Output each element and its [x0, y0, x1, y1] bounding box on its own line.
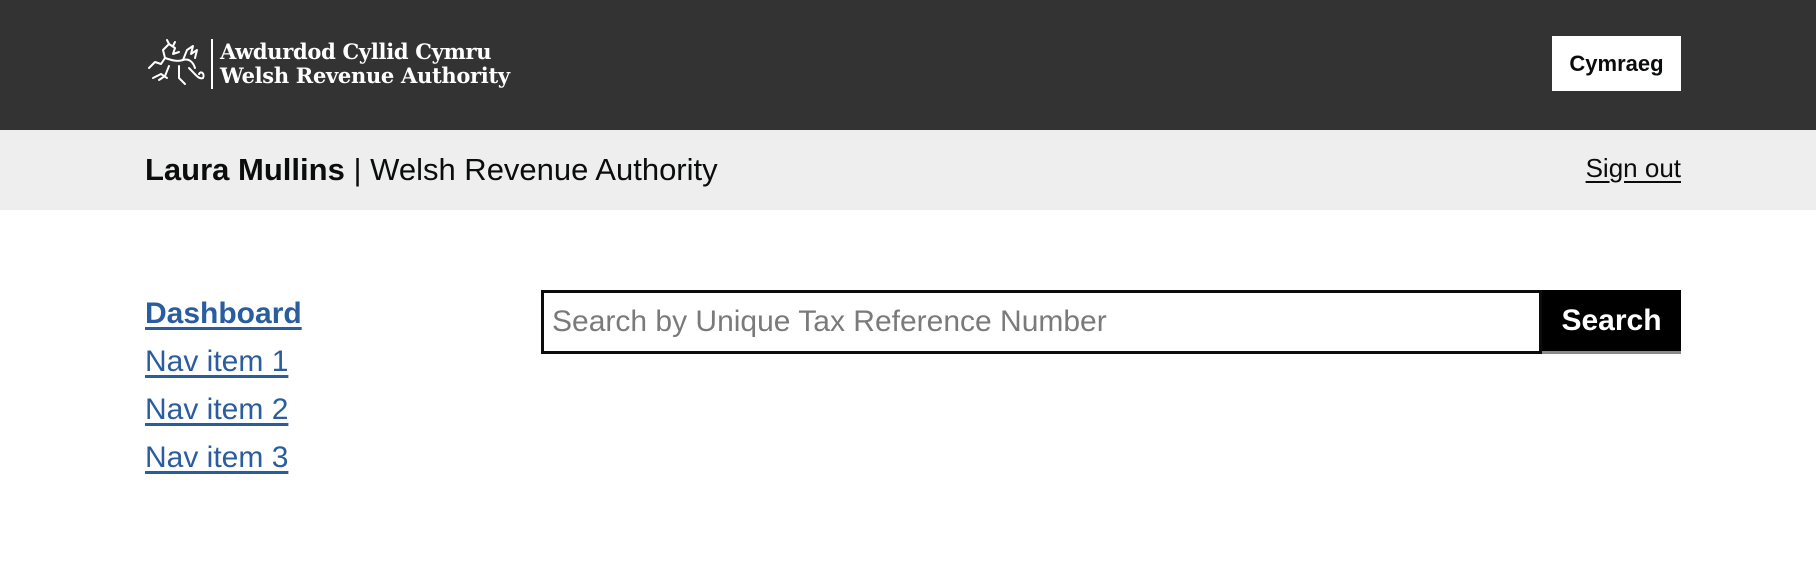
- language-toggle-button[interactable]: Cymraeg: [1552, 36, 1681, 91]
- logo-text-english: Welsh Revenue Authority: [220, 63, 510, 88]
- nav-item-1[interactable]: Nav item 1: [145, 338, 302, 386]
- nav-item-2[interactable]: Nav item 2: [145, 386, 302, 434]
- logo-text: Awdurdod Cyllid Cymru Welsh Revenue Auth…: [220, 40, 510, 88]
- logo-text-welsh: Awdurdod Cyllid Cymru: [220, 39, 492, 64]
- wra-logo[interactable]: Awdurdod Cyllid Cymru Welsh Revenue Auth…: [145, 38, 510, 90]
- logo-divider: [211, 39, 213, 89]
- account-separator: |: [353, 152, 362, 187]
- site-header: Awdurdod Cyllid Cymru Welsh Revenue Auth…: [0, 0, 1816, 130]
- account-bar: Laura Mullins | Welsh Revenue Authority …: [0, 130, 1816, 210]
- side-navigation: Dashboard Nav item 1 Nav item 2 Nav item…: [145, 290, 302, 482]
- search-button[interactable]: Search: [1542, 290, 1681, 354]
- welsh-dragon-icon: [148, 39, 205, 85]
- account-identity: Laura Mullins | Welsh Revenue Authority: [145, 151, 718, 189]
- nav-item-dashboard[interactable]: Dashboard: [145, 290, 302, 338]
- sign-out-link[interactable]: Sign out: [1586, 151, 1681, 185]
- user-name: Laura Mullins: [145, 152, 345, 187]
- organisation-name: Welsh Revenue Authority: [370, 152, 718, 187]
- utrn-search-input[interactable]: [541, 290, 1542, 354]
- nav-item-3[interactable]: Nav item 3: [145, 434, 302, 482]
- search-form: Search: [541, 290, 1681, 354]
